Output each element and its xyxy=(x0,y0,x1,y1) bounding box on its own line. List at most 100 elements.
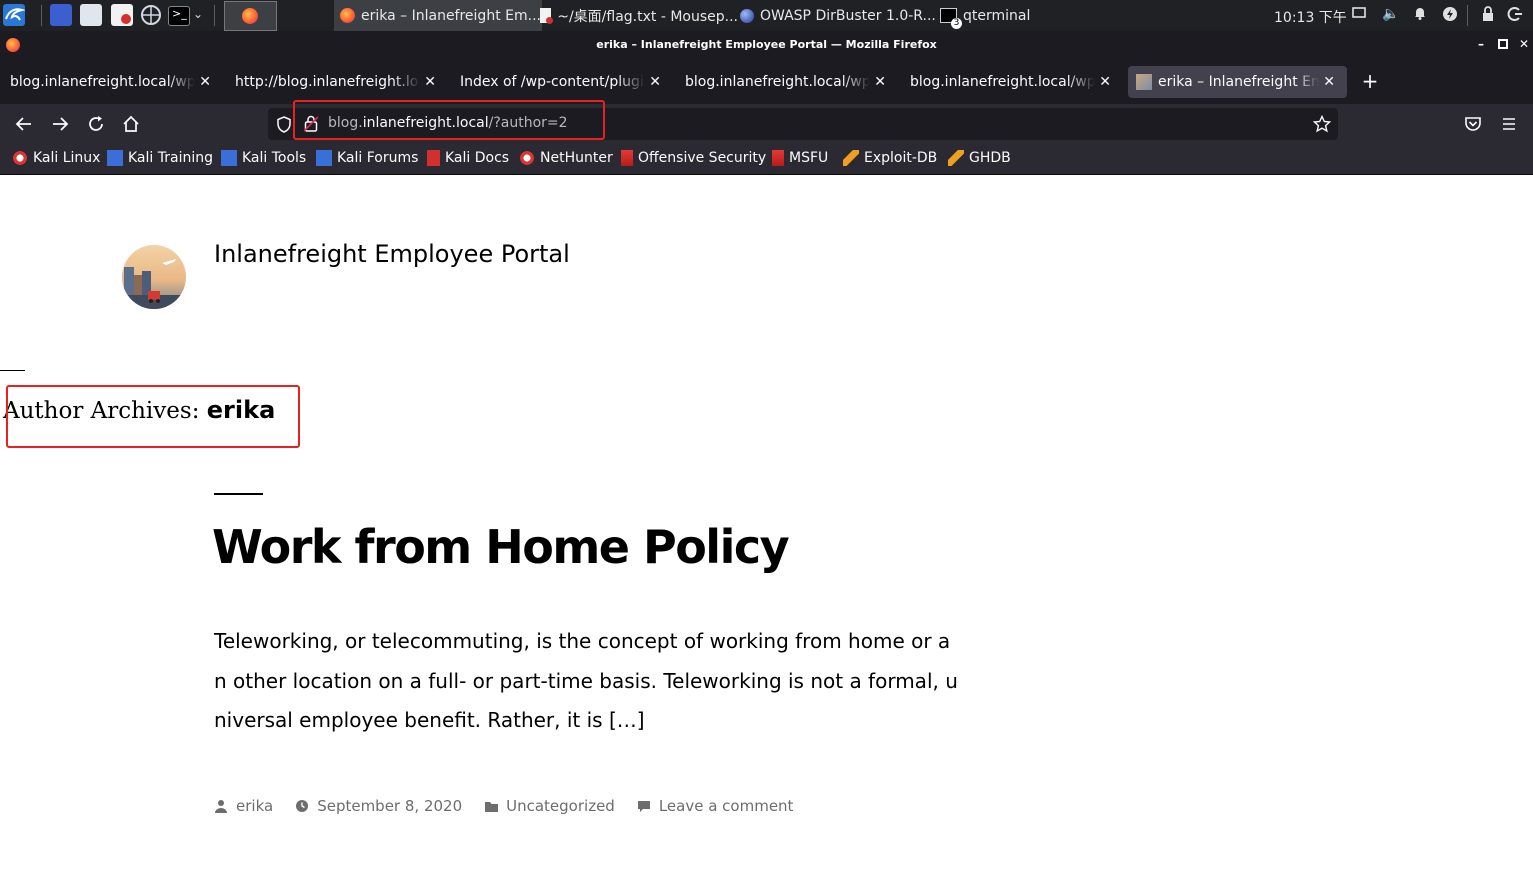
terminal-icon: 3 xyxy=(940,8,962,29)
close-tab-icon[interactable]: ✕ xyxy=(195,74,215,90)
tab-label: blog.inlanefreight.local/wp-c xyxy=(910,74,1096,90)
bookmark-label: Exploit-DB xyxy=(864,150,938,166)
hamburger-menu-icon[interactable] xyxy=(1497,112,1521,136)
post-author-link[interactable]: erika xyxy=(236,797,273,815)
bookmark-label: Kali Forums xyxy=(337,150,419,166)
browser-tab-active[interactable]: erika – Inlanefreight Empl✕ xyxy=(1128,66,1347,98)
bookmark-label: GHDB xyxy=(969,150,1011,166)
browser-tab[interactable]: http://blog.inlanefreight.local ✕ xyxy=(235,66,440,98)
taskbar-task-qterminal[interactable]: 3 qterminal xyxy=(938,0,1070,31)
maximize-icon[interactable] xyxy=(1496,37,1510,51)
close-tab-icon[interactable]: ✕ xyxy=(1095,74,1115,90)
bookmark-kali-forums[interactable]: Kali Forums xyxy=(316,150,418,166)
browser-tab[interactable]: Index of /wp-content/plugins ✕ xyxy=(460,66,665,98)
close-tab-icon[interactable]: ✕ xyxy=(870,74,890,90)
bookmark-label: Kali Training xyxy=(128,150,213,166)
post-meta: erika September 8, 2020 Uncategorized Le… xyxy=(214,797,815,815)
bookmark-msfu[interactable]: MSFU xyxy=(772,150,828,166)
kali-tools-icon xyxy=(221,150,237,166)
kali-docs-icon xyxy=(427,150,440,166)
bookmark-kali-linux[interactable]: Kali Linux xyxy=(12,150,100,166)
volume-muted-icon[interactable]: 🔈 xyxy=(1382,6,1399,22)
bookmark-kali-docs[interactable]: Kali Docs xyxy=(427,150,509,166)
reload-icon[interactable] xyxy=(84,112,108,136)
annotation-red-box-archive xyxy=(6,385,300,448)
ghdb-icon xyxy=(948,150,964,166)
firefox-icon xyxy=(340,8,355,23)
logout-icon[interactable] xyxy=(1507,6,1523,22)
chevron-down-icon[interactable]: ⌄ xyxy=(193,7,203,21)
window-title: erika – Inlanefreight Employee Portal — … xyxy=(596,38,937,51)
bookmark-nethunter[interactable]: NetHunter xyxy=(519,150,613,166)
bookmark-kali-tools[interactable]: Kali Tools xyxy=(221,150,306,166)
clock-icon xyxy=(295,799,309,813)
minimize-icon[interactable]: – xyxy=(1474,37,1488,51)
post-category-link[interactable]: Uncategorized xyxy=(506,797,615,815)
post-excerpt: Teleworking, or telecommuting, is the co… xyxy=(214,629,958,732)
back-icon[interactable] xyxy=(12,112,36,136)
taskbar-task-mousepad[interactable]: ~/桌面/flag.txt - Mousep... xyxy=(538,0,738,31)
text-editor-icon[interactable] xyxy=(111,4,133,26)
offsec-icon xyxy=(621,150,633,166)
lock-screen-icon[interactable] xyxy=(1480,6,1496,22)
display-icon[interactable] xyxy=(1351,6,1367,22)
workspace-icon[interactable] xyxy=(50,4,72,26)
browser-tab[interactable]: blog.inlanefreight.local/wp-c ✕ xyxy=(685,66,890,98)
navigation-toolbar: blog.inlanefreight.local/?author=2 xyxy=(0,100,1533,144)
window-titlebar[interactable]: erika – Inlanefreight Employee Portal — … xyxy=(0,31,1533,60)
new-tab-icon[interactable]: + xyxy=(1360,71,1380,92)
firefox-launcher-button[interactable] xyxy=(224,1,277,31)
notification-bell-icon[interactable] xyxy=(1412,6,1428,22)
taskbar-separator xyxy=(41,5,42,26)
site-favicon-icon xyxy=(1136,74,1152,90)
folder-icon xyxy=(484,799,499,813)
post-date[interactable]: September 8, 2020 xyxy=(295,797,462,815)
taskbar-task-label: OWASP DirBuster 1.0-R... xyxy=(760,7,936,24)
post-title[interactable]: Work from Home Policy xyxy=(212,520,790,574)
kali-menu-icon[interactable] xyxy=(3,4,26,26)
bookmarks-toolbar: Kali Linux Kali Training Kali Tools Kali… xyxy=(0,144,1533,175)
home-icon[interactable] xyxy=(119,112,143,136)
close-tab-icon[interactable]: ✕ xyxy=(420,74,440,90)
close-tab-icon[interactable]: ✕ xyxy=(645,74,665,90)
comment-icon xyxy=(637,799,651,813)
close-tab-icon[interactable]: ✕ xyxy=(1319,74,1339,90)
power-manager-icon[interactable] xyxy=(1442,6,1458,22)
taskbar-task-dirbuster[interactable]: OWASP DirBuster 1.0-R... xyxy=(738,0,938,31)
leave-comment-link[interactable]: Leave a comment xyxy=(659,797,794,815)
browser-tab[interactable]: blog.inlanefreight.local/wp-c ✕ xyxy=(910,66,1115,98)
bookmark-label: MSFU xyxy=(789,150,829,166)
post-category[interactable]: Uncategorized xyxy=(484,797,615,815)
web-browser-icon[interactable] xyxy=(140,4,162,26)
taskbar-task-firefox[interactable]: erika – Inlanefreight Em... xyxy=(334,0,542,31)
person-icon xyxy=(214,799,228,813)
site-title[interactable]: Inlanefreight Employee Portal xyxy=(214,240,570,268)
tracking-protection-shield-icon[interactable] xyxy=(276,116,292,137)
bookmark-offensive-security[interactable]: Offensive Security xyxy=(621,150,766,166)
os-taskbar: >_ ⌄ erika – Inlanefreight Em... ~/桌面/fl… xyxy=(0,0,1533,31)
pocket-icon[interactable] xyxy=(1461,112,1485,136)
file-manager-icon[interactable] xyxy=(80,4,102,26)
nethunter-icon xyxy=(519,150,535,166)
annotation-red-box-url xyxy=(293,100,605,140)
bookmark-label: NetHunter xyxy=(540,150,613,166)
clock[interactable]: 10:13 下午 xyxy=(1274,7,1347,27)
site-logo[interactable] xyxy=(122,245,186,309)
close-window-icon[interactable]: ✕ xyxy=(1517,37,1531,51)
terminal-launcher-icon[interactable]: >_ xyxy=(168,6,190,26)
taskbar-task-label: erika – Inlanefreight Em... xyxy=(361,7,541,24)
browser-tab[interactable]: blog.inlanefreight.local/wp-c ✕ xyxy=(10,66,215,98)
tab-label: blog.inlanefreight.local/wp-c xyxy=(10,74,196,90)
bookmark-ghdb[interactable]: GHDB xyxy=(948,150,1011,166)
bookmark-kali-training[interactable]: Kali Training xyxy=(107,150,213,166)
forward-icon[interactable] xyxy=(48,112,72,136)
kali-forums-icon xyxy=(316,150,332,166)
bookmark-star-icon[interactable] xyxy=(1312,114,1332,137)
post-author[interactable]: erika xyxy=(214,797,273,815)
post-comments[interactable]: Leave a comment xyxy=(637,797,794,815)
bookmark-exploit-db[interactable]: Exploit-DB xyxy=(843,150,937,166)
exploit-db-icon xyxy=(843,150,859,166)
bookmark-label: Kali Linux xyxy=(33,150,101,166)
kali-dragon-icon xyxy=(12,150,28,166)
post-date-link[interactable]: September 8, 2020 xyxy=(317,797,462,815)
